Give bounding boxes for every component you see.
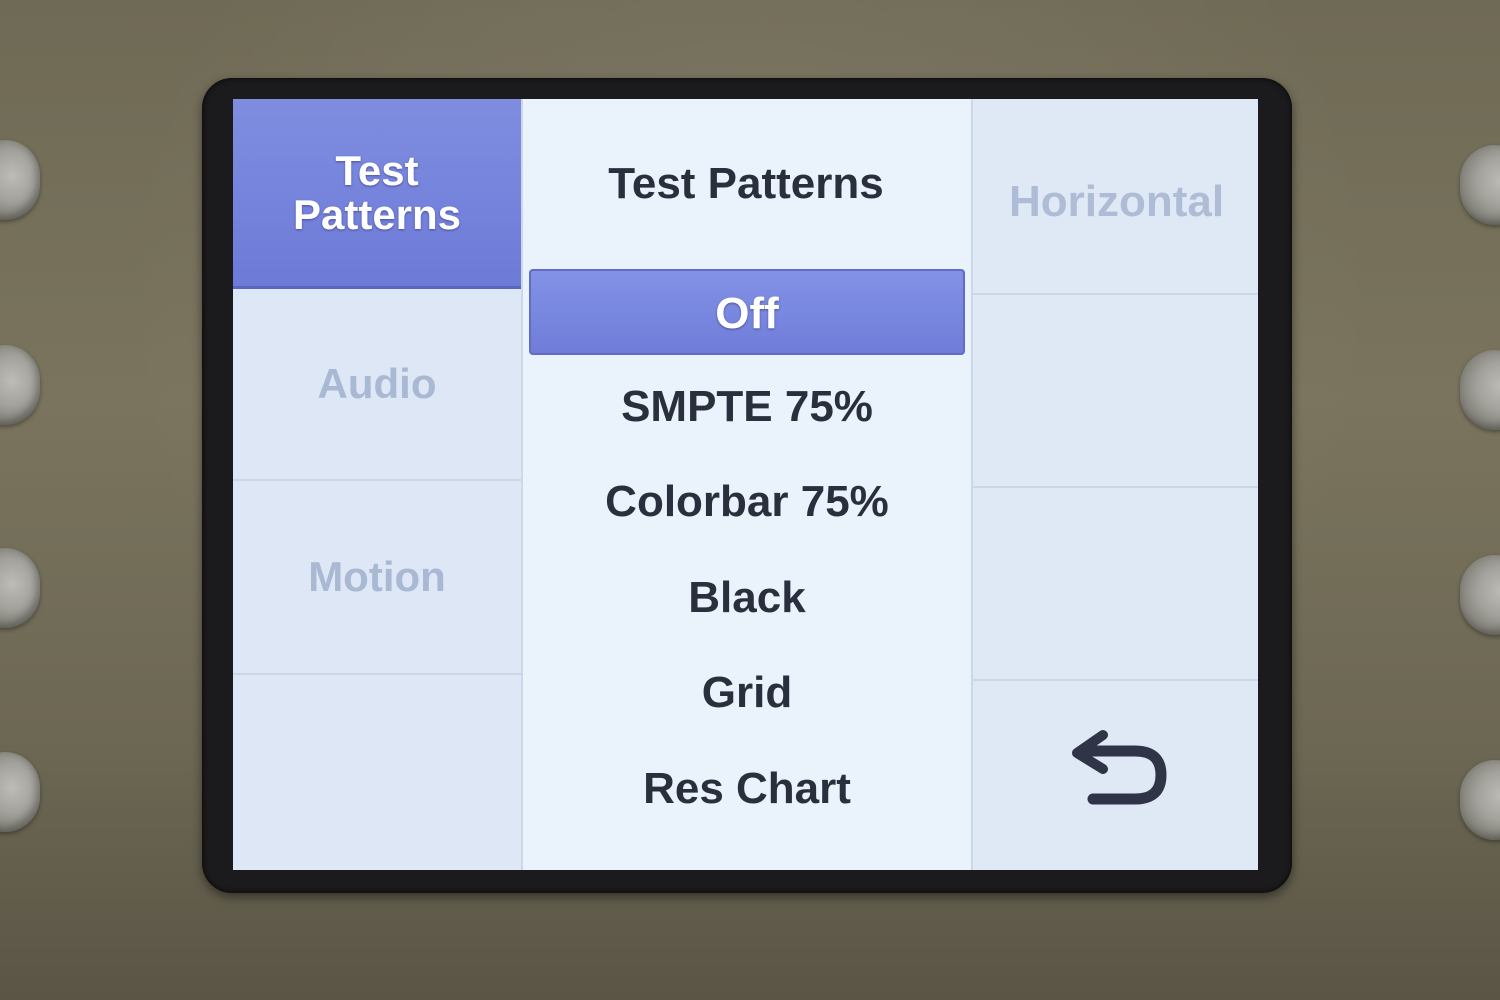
tab-label: Audio <box>317 360 437 407</box>
option-black[interactable]: Black <box>529 555 965 641</box>
tab-label-line1: Test <box>335 146 419 194</box>
hardware-button-right-4[interactable] <box>1460 760 1500 840</box>
horizontal-cell[interactable]: Horizontal <box>973 99 1258 295</box>
tab-empty <box>233 675 521 870</box>
hardware-button-left-2[interactable] <box>0 345 40 425</box>
panel-title: Test Patterns <box>608 159 884 208</box>
tab-audio[interactable]: Audio <box>233 289 521 481</box>
back-cell[interactable] <box>973 681 1258 870</box>
back-button[interactable] <box>1063 729 1173 819</box>
tab-test-patterns[interactable]: Test Patterns <box>233 99 521 289</box>
touch-screen: Test Patterns Audio Motion Test Patterns… <box>233 99 1258 870</box>
hardware-button-left-3[interactable] <box>0 548 40 628</box>
option-smpte-75[interactable]: SMPTE 75% <box>529 364 965 450</box>
options-panel: Test Patterns Off SMPTE 75% Colorbar 75%… <box>523 99 969 870</box>
right-panel: Horizontal <box>971 99 1258 870</box>
back-arrow-icon <box>1072 730 1167 805</box>
option-grid[interactable]: Grid <box>529 650 965 736</box>
hardware-button-right-2[interactable] <box>1460 350 1500 430</box>
option-off[interactable]: Off <box>529 269 965 355</box>
right-cell-empty <box>973 488 1258 681</box>
category-sidebar: Test Patterns Audio Motion <box>233 99 523 870</box>
option-colorbar-75[interactable]: Colorbar 75% <box>529 459 965 545</box>
tab-label: Motion <box>308 553 446 600</box>
hardware-button-right-3[interactable] <box>1460 555 1500 635</box>
hardware-button-left-1[interactable] <box>0 140 40 220</box>
tab-motion[interactable]: Motion <box>233 481 521 675</box>
tab-label-line2: Patterns <box>292 190 462 238</box>
option-res-chart[interactable]: Res Chart <box>529 746 965 832</box>
hardware-button-right-1[interactable] <box>1460 145 1500 225</box>
hardware-button-left-4[interactable] <box>0 752 40 832</box>
horizontal-label: Horizontal <box>1008 177 1225 226</box>
device-housing: Test Patterns Audio Motion Test Patterns… <box>0 0 1500 1000</box>
right-cell-empty <box>973 295 1258 488</box>
